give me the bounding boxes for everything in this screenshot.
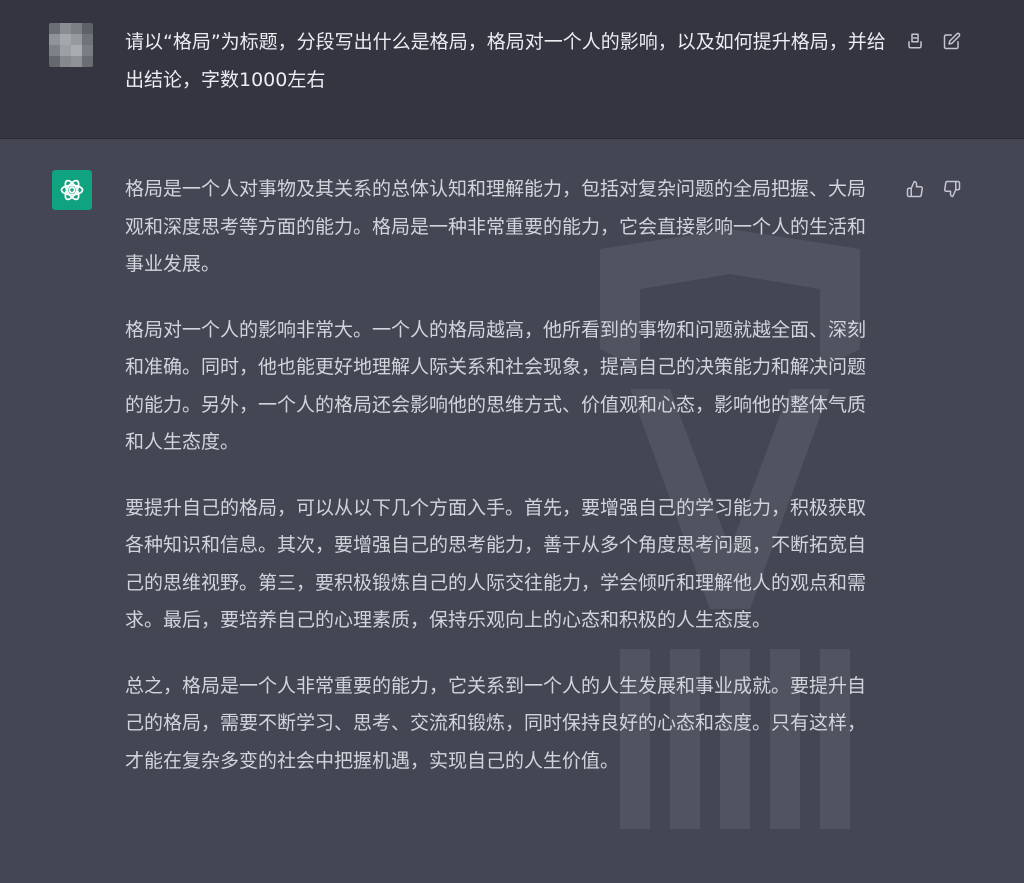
user-message-row: 请以“格局”为标题，分段写出什么是格局，格局对一个人的影响，以及如何提升格局，并… <box>0 0 1024 139</box>
paragraph-improvement: 要提升自己的格局，可以从以下几个方面入手。首先，要增强自己的学习能力，积极获取各… <box>125 496 867 632</box>
assistant-message-row: 格局是一个人对事物及其关系的总体认知和理解能力，包括对复杂问题的全局把握、大局观… <box>0 139 1024 883</box>
thumbs-down-button[interactable] <box>941 178 963 200</box>
chat-page: 请以“格局”为标题，分段写出什么是格局，格局对一个人的影响，以及如何提升格局，并… <box>0 0 1024 883</box>
assistant-message-text: 格局是一个人对事物及其关系的总体认知和理解能力，包括对复杂问题的全局把握、大局观… <box>125 171 880 808</box>
paragraph-conclusion: 总之，格局是一个人非常重要的能力，它关系到一个人的人生发展和事业成就。要提升自己… <box>125 674 867 772</box>
copy-button[interactable] <box>904 30 926 52</box>
user-message-text: 请以“格局”为标题，分段写出什么是格局，格局对一个人的影响，以及如何提升格局，并… <box>125 31 886 91</box>
thumbs-up-button[interactable] <box>904 178 926 200</box>
paragraph-definition: 格局是一个人对事物及其关系的总体认知和理解能力，包括对复杂问题的全局把握、大局观… <box>125 178 867 275</box>
chatgpt-logo-icon <box>60 179 84 201</box>
chatgpt-avatar <box>52 170 92 210</box>
copy-icon <box>908 33 922 49</box>
thumbs-up-icon <box>906 180 923 198</box>
edit-icon <box>943 32 961 50</box>
thumbs-down-icon <box>944 180 961 198</box>
paragraph-influence: 格局对一个人的影响非常大。一个人的格局越高，他所看到的事物和问题就越全面、深刻和… <box>125 318 867 454</box>
edit-button[interactable] <box>941 30 963 52</box>
user-avatar <box>49 23 93 67</box>
